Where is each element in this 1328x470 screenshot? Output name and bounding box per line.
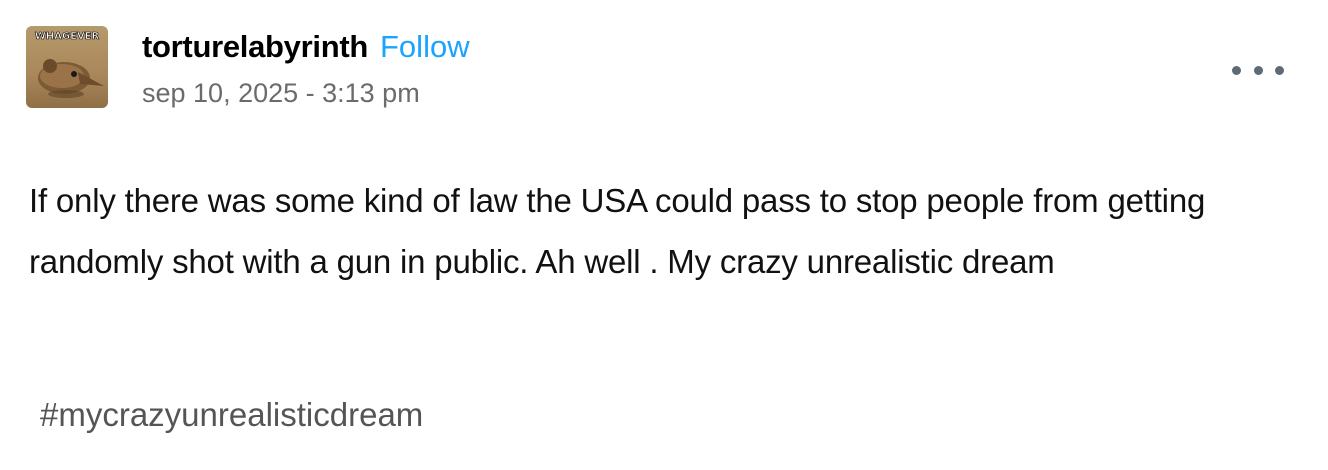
- follow-button[interactable]: Follow: [380, 28, 470, 66]
- ellipsis-icon: [1275, 65, 1284, 75]
- post-tags: #mycrazyunrealisticdream: [40, 393, 423, 437]
- name-row: torturelabyrinth Follow: [142, 28, 470, 66]
- post-timestamp[interactable]: sep 10, 2025 - 3:13 pm: [142, 76, 470, 110]
- post-header: torturelabyrinth Follow sep 10, 2025 - 3…: [142, 28, 470, 110]
- post-body-text: If only there was some kind of law the U…: [29, 182, 1206, 280]
- avatar-caption: WHAGEVER: [35, 31, 100, 42]
- ellipsis-icon: [1253, 65, 1263, 75]
- avatar[interactable]: WHAGEVER: [26, 26, 108, 108]
- ellipsis-icon: [1232, 65, 1241, 75]
- tag-link[interactable]: #mycrazyunrealisticdream: [40, 396, 423, 433]
- post-card: WHAGEVER torturelabyrinth Follow sep 10,…: [0, 0, 1328, 470]
- username-link[interactable]: torturelabyrinth: [142, 28, 368, 66]
- elephant-shrew-avatar-icon: WHAGEVER: [26, 26, 108, 108]
- more-options-button[interactable]: [1232, 58, 1284, 82]
